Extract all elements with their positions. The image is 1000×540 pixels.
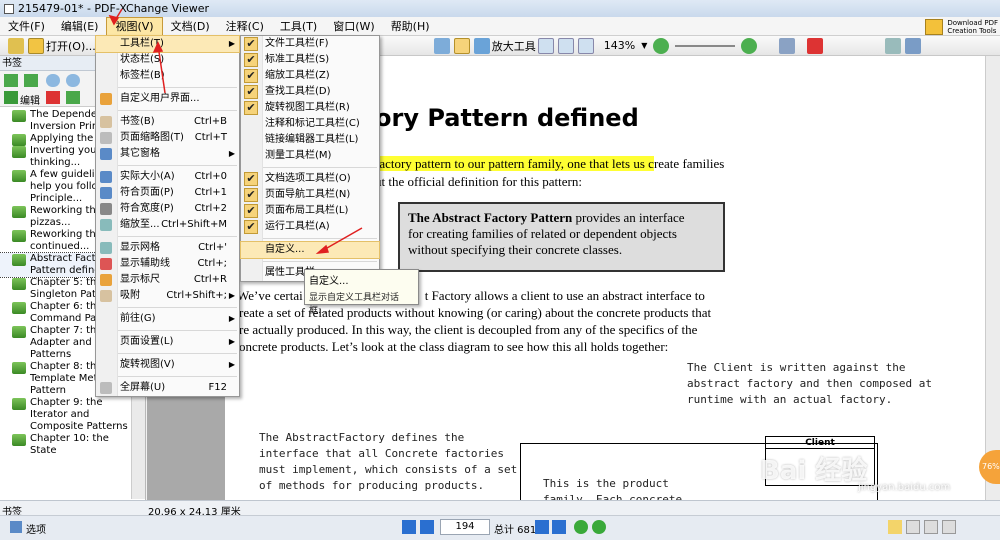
- arrow-head-view: [108, 14, 120, 26]
- facing-continuous-icon[interactable]: [942, 520, 956, 534]
- arrow-head-customize: [315, 244, 330, 254]
- single-page-icon[interactable]: [888, 520, 902, 534]
- status-bar: 书签 20.96 x 24.13 厘米 选项 194 总计 681: [0, 500, 1000, 540]
- next-page-icon[interactable]: [535, 520, 549, 534]
- first-page-icon[interactable]: [402, 520, 416, 534]
- arrow-to-toolbar-item: [157, 44, 166, 94]
- forward-icon[interactable]: [592, 520, 606, 534]
- baidu-site: jingyan.baidu.com: [858, 482, 951, 493]
- page-number-input[interactable]: 194: [440, 519, 490, 535]
- options-icon[interactable]: [10, 521, 22, 533]
- facing-icon[interactable]: [924, 520, 938, 534]
- navigation-bar: 选项 194 总计 681: [0, 515, 1000, 540]
- last-page-icon[interactable]: [552, 520, 566, 534]
- arrow-head-toolbar: [152, 41, 164, 53]
- page-total: 总计 681: [494, 525, 537, 536]
- continuous-icon[interactable]: [906, 520, 920, 534]
- back-icon[interactable]: [574, 520, 588, 534]
- prev-page-icon[interactable]: [420, 520, 434, 534]
- options-button[interactable]: 选项: [26, 521, 46, 536]
- baidu-watermark: Bai 经验: [760, 456, 868, 486]
